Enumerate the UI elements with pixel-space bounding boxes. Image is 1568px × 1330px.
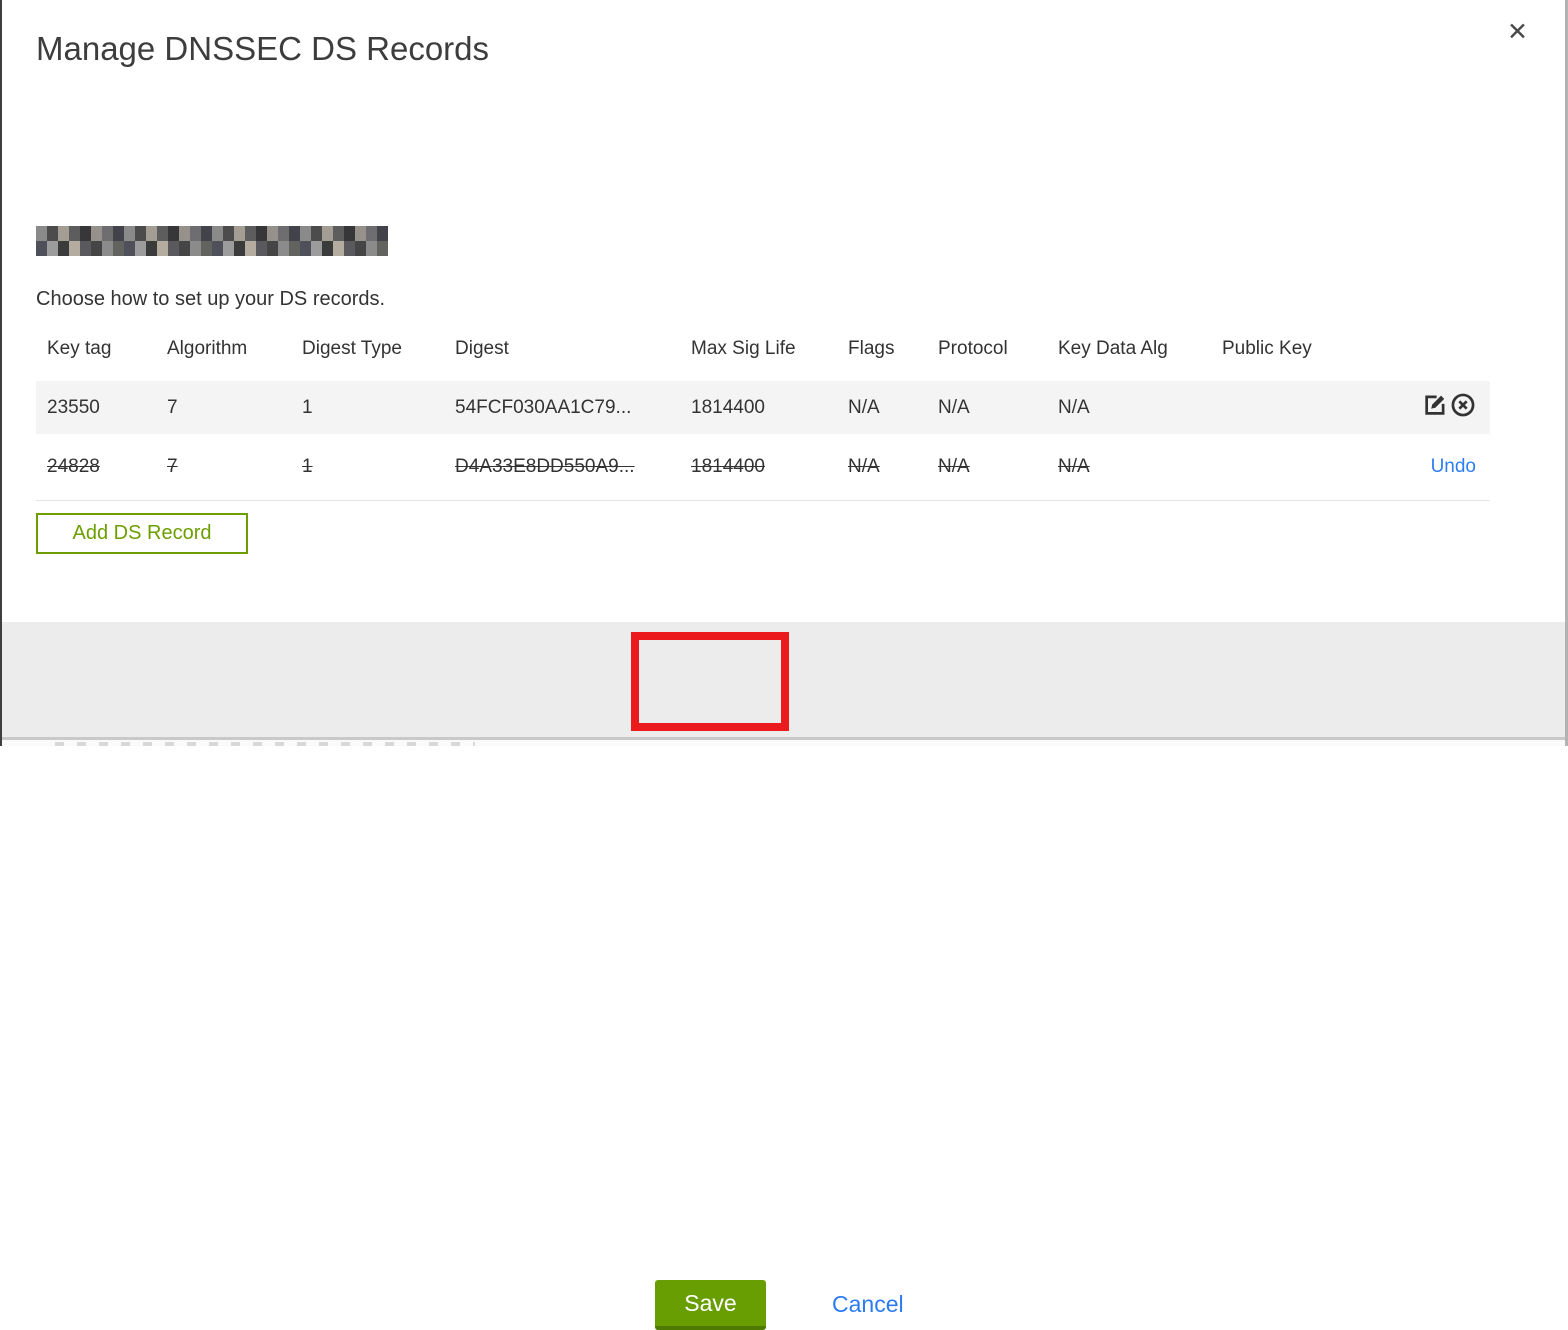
cell-digest: D4A33E8DD550A9... <box>455 455 635 477</box>
cell-public-key <box>1211 434 1410 500</box>
column-header-flags: Flags <box>848 338 895 359</box>
instruction-text: Choose how to set up your DS records. <box>36 288 386 310</box>
redacted-domain-name <box>36 226 388 256</box>
column-header-max-sig-life: Max Sig Life <box>691 338 796 359</box>
dialog-footer: Save Cancel <box>0 622 1568 1330</box>
cell-max-sig-life: 1814400 <box>691 396 765 418</box>
cell-digest-type: 1 <box>302 396 313 418</box>
cell-key-tag: 24828 <box>47 455 100 477</box>
column-header-actions <box>1410 325 1490 381</box>
cell-key-data-alg: N/A <box>1058 455 1090 477</box>
window-frame-left <box>0 0 2 746</box>
cell-key-data-alg: N/A <box>1058 396 1090 418</box>
column-header-digest: Digest <box>455 338 509 359</box>
undo-link[interactable]: Undo <box>1431 456 1476 477</box>
cell-algorithm: 7 <box>167 396 178 418</box>
cell-public-key <box>1211 381 1410 434</box>
dialog-title: Manage DNSSEC DS Records <box>36 30 490 67</box>
cell-digest-type: 1 <box>302 455 313 477</box>
column-header-key-tag: Key tag <box>47 338 112 359</box>
cell-flags: N/A <box>848 396 880 418</box>
cell-actions: Undo <box>1410 434 1490 500</box>
page-behind-clipped-text <box>55 742 475 746</box>
delete-record-icon[interactable] <box>1450 392 1476 424</box>
column-header-digest-type: Digest Type <box>302 338 402 359</box>
column-header-public-key: Public Key <box>1222 338 1312 359</box>
ds-records-table: Key tag Algorithm Digest Type Digest Max… <box>36 325 1490 501</box>
cancel-link[interactable]: Cancel <box>832 1291 904 1318</box>
cell-max-sig-life: 1814400 <box>691 455 765 477</box>
cell-algorithm: 7 <box>167 455 178 477</box>
cell-flags: N/A <box>848 455 880 477</box>
table-row: 23550 7 1 54FCF030AA1C79... 1814400 N/A … <box>36 381 1490 434</box>
table-header-row: Key tag Algorithm Digest Type Digest Max… <box>36 325 1490 381</box>
cell-protocol: N/A <box>938 455 970 477</box>
save-button[interactable]: Save <box>655 1280 766 1330</box>
cell-actions <box>1410 381 1490 434</box>
cell-key-tag: 23550 <box>47 396 100 418</box>
cell-digest: 54FCF030AA1C79... <box>455 396 632 418</box>
edit-record-icon[interactable] <box>1422 392 1448 424</box>
table-row-deleted: 24828 7 1 D4A33E8DD550A9... 1814400 N/A … <box>36 434 1490 500</box>
column-header-algorithm: Algorithm <box>167 338 248 359</box>
column-header-key-data-alg: Key Data Alg <box>1058 338 1168 359</box>
add-ds-record-button[interactable]: Add DS Record <box>36 513 248 554</box>
close-icon[interactable]: ✕ <box>1507 20 1528 45</box>
cell-protocol: N/A <box>938 396 970 418</box>
column-header-protocol: Protocol <box>938 338 1008 359</box>
